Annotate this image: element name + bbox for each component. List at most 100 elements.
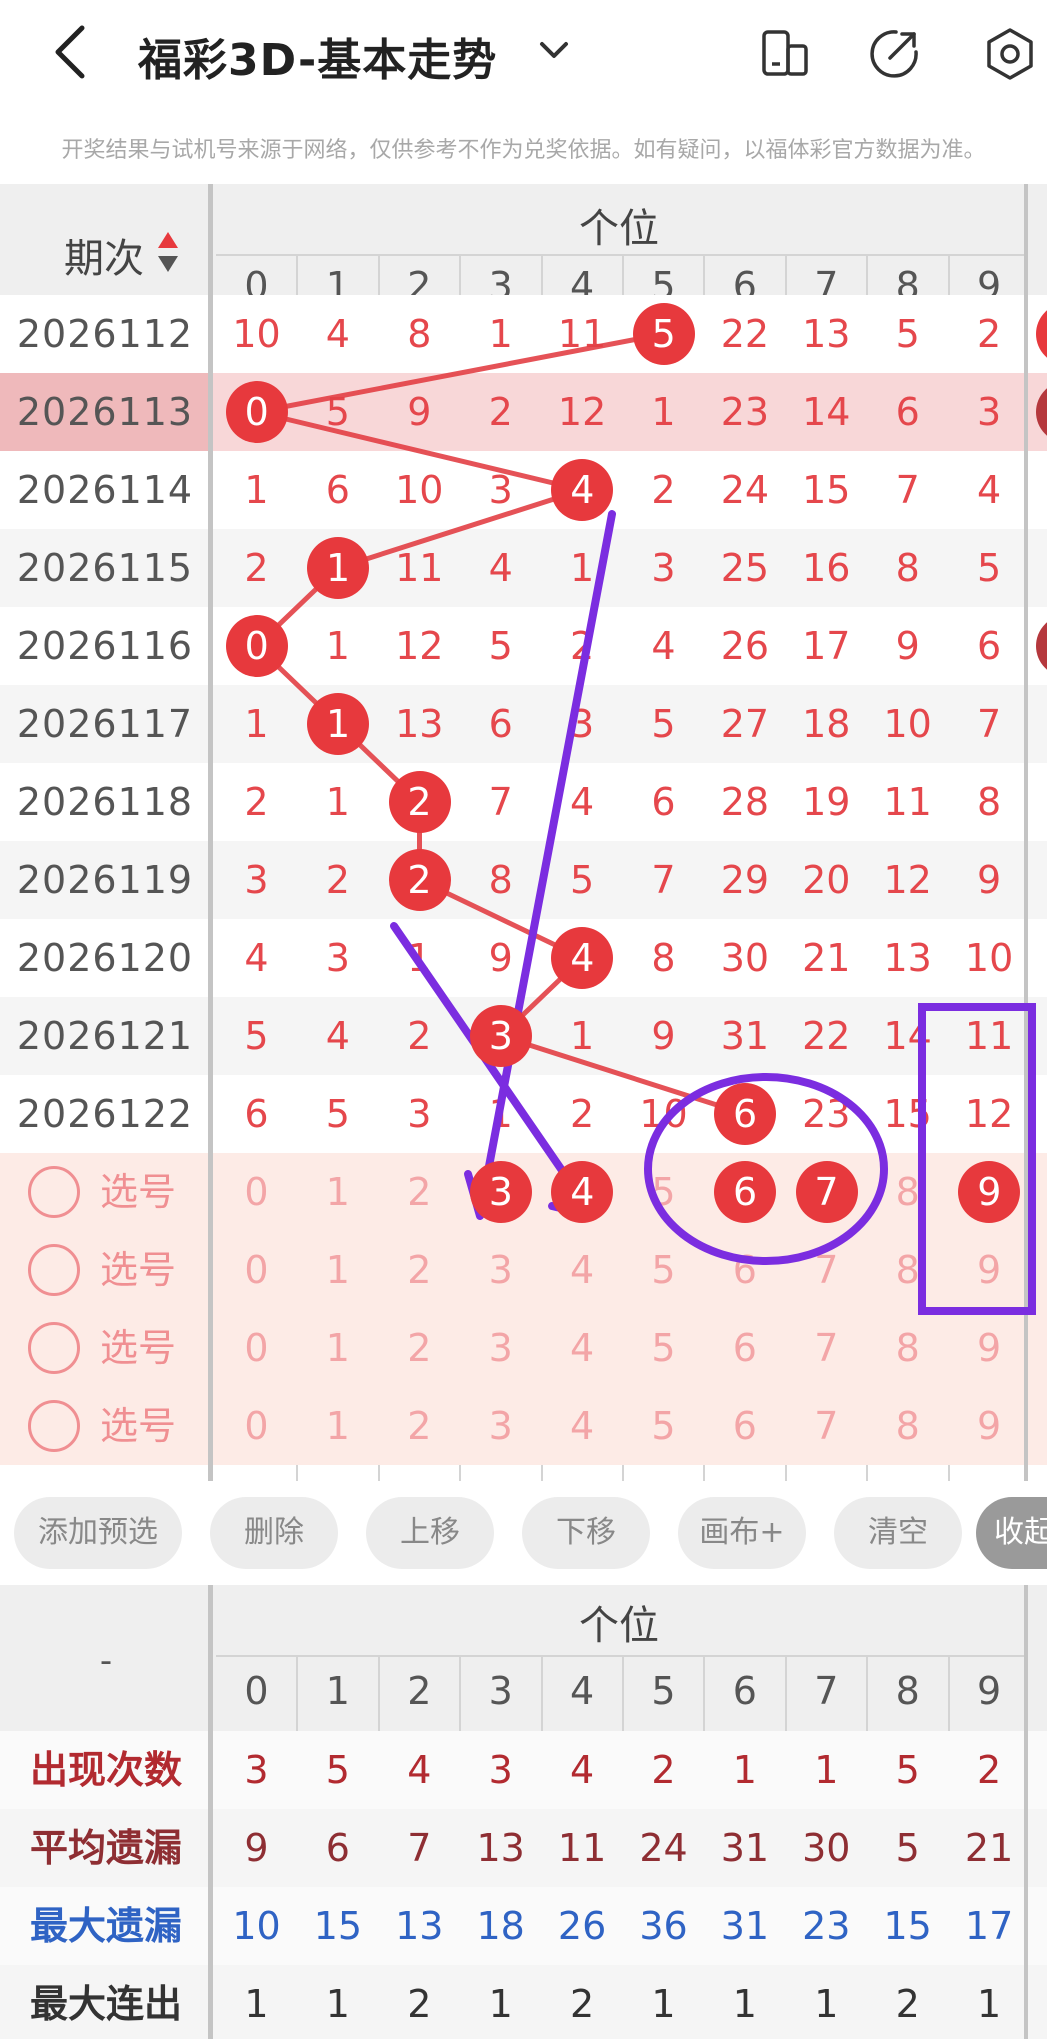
stats-value: 15 (313, 1904, 363, 1948)
trend-line-segment (335, 487, 585, 571)
stats-value: 4 (407, 1748, 432, 1792)
stats-value: 2 (407, 1982, 432, 2026)
app-header: 福彩3D-基本走势 (0, 0, 1047, 110)
stats-value: 7 (407, 1826, 432, 1870)
stats-value: 5 (895, 1748, 920, 1792)
toolbar-button[interactable]: 收起 (976, 1497, 1047, 1569)
stats-value: 1 (244, 1982, 269, 2026)
stats-value: 17 (964, 1904, 1014, 1948)
stats-column-header: 6 (732, 1669, 757, 1713)
stats-value: 1 (732, 1748, 757, 1792)
stats-value: 2 (570, 1982, 595, 2026)
stats-value: 2 (977, 1748, 1002, 1792)
stats-value: 9 (244, 1826, 269, 1870)
hit-ball[interactable]: 0 (225, 615, 288, 677)
chevron-down-icon[interactable] (534, 30, 574, 70)
hit-ball[interactable]: 0 (225, 381, 288, 443)
stats-column-header: 7 (814, 1669, 839, 1713)
stats-value: 21 (964, 1826, 1014, 1870)
stats-value: 31 (720, 1904, 770, 1948)
stats-value: 36 (639, 1904, 688, 1948)
stats-value: 3 (244, 1748, 269, 1792)
trend-line-segment (254, 331, 667, 415)
stats-value: 31 (720, 1826, 770, 1870)
hit-ball[interactable]: 2 (388, 771, 451, 833)
hit-ball[interactable]: 2 (388, 849, 451, 911)
annotation-box (918, 1003, 1036, 1315)
stats-column-divider (208, 1585, 213, 2039)
trend-overlay (254, 331, 1036, 1315)
stats-value: 5 (325, 1748, 350, 1792)
hit-ball[interactable]: 5 (632, 303, 695, 365)
selected-number-ball[interactable]: 9 (958, 1161, 1021, 1223)
stats-value: 2 (651, 1748, 676, 1792)
stats-column-divider (1024, 1585, 1028, 2039)
stats-header-divider (216, 1655, 1024, 1657)
stats-row-label: 最大遗漏 (29, 1904, 182, 1948)
hit-ball[interactable]: 3 (469, 1005, 532, 1067)
annotation-arrow (476, 510, 616, 1218)
stats-value: 30 (802, 1826, 851, 1870)
toolbar-button[interactable]: 添加预选 (14, 1497, 182, 1569)
stats-value: 13 (476, 1826, 525, 1870)
hit-ball[interactable]: 4 (551, 459, 614, 521)
back-arrow-icon[interactable] (48, 22, 94, 82)
stats-value: 3 (488, 1748, 513, 1792)
stats-column-header: 1 (325, 1669, 350, 1713)
stats-value: 10 (232, 1904, 281, 1948)
stats-value: 1 (651, 1982, 676, 2026)
stats-value: 6 (325, 1826, 350, 1870)
hit-ball[interactable]: 1 (307, 693, 370, 755)
stats-column-header: 5 (651, 1669, 676, 1713)
toolbar-button[interactable]: 删除 (210, 1497, 338, 1569)
stats-value: 15 (883, 1904, 932, 1948)
selected-number-ball[interactable]: 3 (469, 1161, 532, 1223)
hit-ball[interactable]: 1 (307, 537, 370, 599)
action-toolbar: 添加预选 删除 上移 下移 画布+ 清空 收起 (0, 1481, 1047, 1585)
stats-row-label: 最大连出 (29, 1982, 182, 2026)
stats-value: 13 (395, 1904, 444, 1948)
stats-value: 24 (639, 1826, 688, 1870)
stats-value: 1 (732, 1982, 757, 2026)
statistics-table: - 个位 0 1 2 3 4 5 6 7 8 9 出现次数 3 5 4 3 4 2 1 1 5 2 平均遗漏 9 6 7 13 11… (0, 1585, 1047, 2039)
stats-value: 1 (977, 1982, 1002, 2026)
disclaimer-notice: 开奖结果与试机号来源于网络，仅供参考不作为兑奖依据。如有疑问，以福体彩官方数据为… (61, 138, 986, 163)
stats-value: 1 (814, 1982, 839, 2026)
stats-corner-label: - (99, 1641, 113, 1681)
hit-ball[interactable]: 6 (714, 1083, 777, 1145)
layout-switch-icon[interactable] (756, 26, 812, 82)
trend-line-segment (254, 409, 585, 493)
stats-column-header: 2 (407, 1669, 432, 1713)
selected-number-ball[interactable]: 6 (714, 1161, 777, 1223)
selected-number-ball[interactable]: 4 (551, 1161, 614, 1223)
share-icon[interactable] (866, 26, 922, 82)
settings-hexagon-icon[interactable] (982, 26, 1038, 82)
toolbar-button[interactable]: 下移 (522, 1497, 650, 1569)
stats-value: 18 (476, 1904, 525, 1948)
stats-column-header: 3 (488, 1669, 513, 1713)
stats-value: 1 (488, 1982, 513, 2026)
selected-number-ball[interactable]: 7 (795, 1161, 858, 1223)
stats-value: 1 (814, 1748, 839, 1792)
stats-value: 2 (895, 1982, 920, 2026)
stats-value: 26 (557, 1904, 607, 1948)
stats-column-header: 4 (570, 1669, 595, 1713)
toolbar-button[interactable]: 清空 (834, 1497, 962, 1569)
stats-value: 4 (570, 1748, 595, 1792)
hit-ball[interactable]: 4 (551, 927, 614, 989)
stats-value: 11 (557, 1826, 607, 1870)
stats-row-label: 出现次数 (29, 1748, 182, 1792)
trend-line-segment (498, 1033, 748, 1117)
stats-column-header: 8 (895, 1669, 920, 1713)
toolbar-button[interactable]: 画布+ (678, 1497, 806, 1569)
page-title: 福彩3D-基本走势 (138, 35, 498, 86)
stats-column-header: 0 (244, 1669, 269, 1713)
stats-row-label: 平均遗漏 (29, 1826, 182, 1870)
stats-value: 5 (895, 1826, 920, 1870)
stats-column-header: 9 (977, 1669, 1002, 1713)
stats-value: 1 (325, 1982, 350, 2026)
trend-grid: 期次 个位 0 1 2 3 4 5 6 7 8 9 2026112 10 4 8 1 11 5 22 13 5 2 202… (0, 184, 1047, 1481)
stats-group-label: 个位 (579, 1603, 659, 1649)
stats-value: 23 (802, 1904, 851, 1948)
toolbar-button[interactable]: 上移 (366, 1497, 494, 1569)
